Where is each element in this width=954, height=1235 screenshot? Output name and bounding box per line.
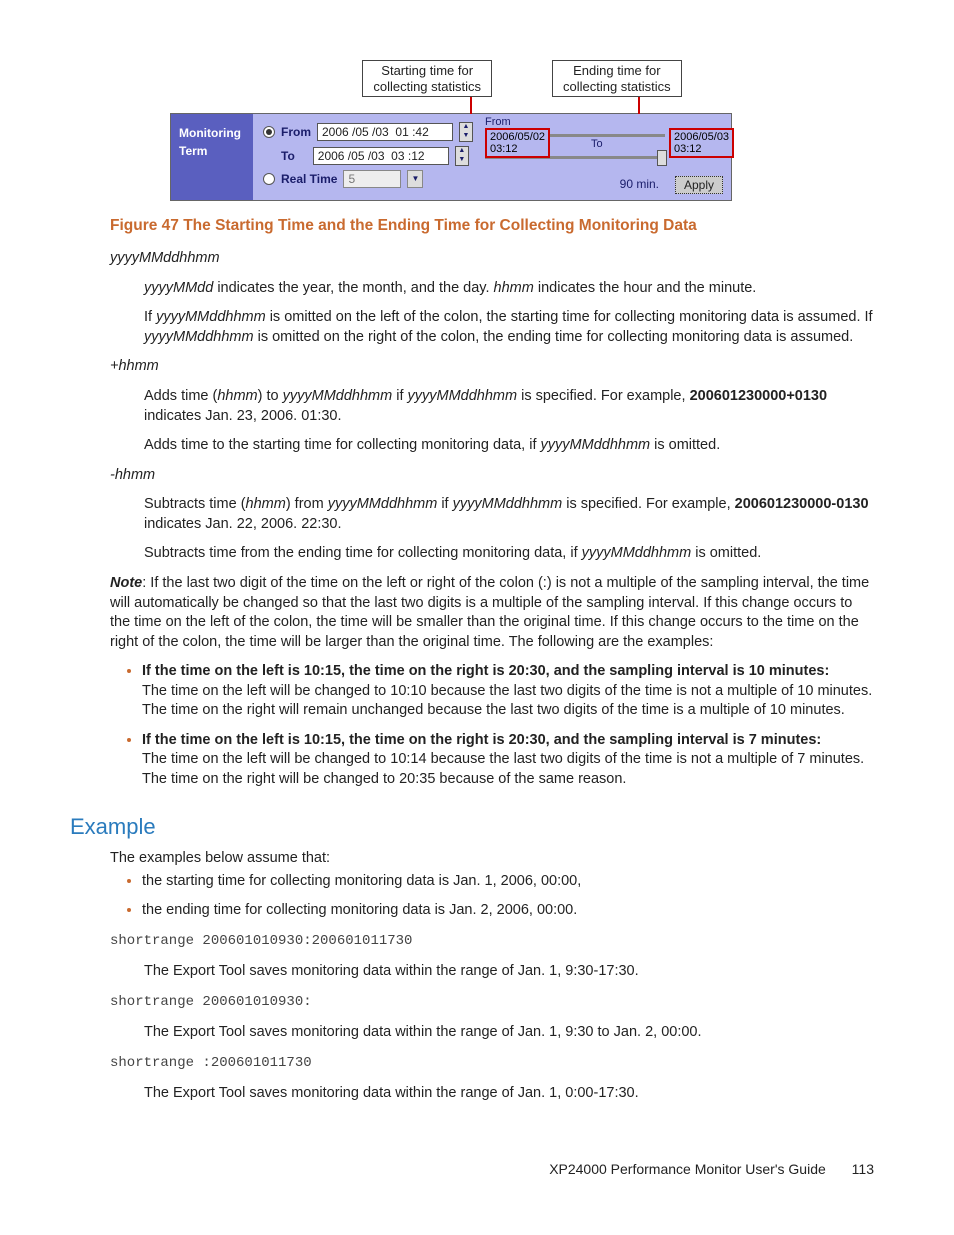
- slider-date-to: 2006/05/03 03:12: [669, 128, 734, 158]
- command-3: shortrange :200601011730: [110, 1055, 874, 1071]
- example-bullet-1: If the time on the left is 10:15, the ti…: [142, 662, 874, 721]
- label-from: From: [281, 125, 311, 139]
- from-datetime-input[interactable]: [317, 123, 453, 141]
- result-3: The Export Tool saves monitoring data wi…: [144, 1085, 874, 1101]
- footer-doc-title: XP24000 Performance Monitor User's Guide: [549, 1161, 826, 1177]
- figure-47: Starting time for collecting statistics …: [170, 60, 874, 201]
- callout-end-time: Ending time for collecting statistics: [552, 60, 682, 97]
- result-2: The Export Tool saves monitoring data wi…: [144, 1024, 874, 1040]
- duration-label: 90 min.: [620, 177, 659, 191]
- label-realtime: Real Time: [281, 172, 337, 186]
- slider-from-label: From: [485, 116, 511, 128]
- figure-caption: Figure 47 The Starting Time and the Endi…: [110, 217, 874, 235]
- panel-title-line1: Monitoring: [179, 124, 245, 142]
- result-1: The Export Tool saves monitoring data wi…: [144, 963, 874, 979]
- note-paragraph: Note: If the last two digit of the time …: [110, 574, 874, 652]
- radio-from[interactable]: [263, 126, 275, 138]
- realtime-input: [343, 170, 401, 188]
- para-minus-omit: Subtracts time from the ending time for …: [144, 544, 874, 564]
- callout-start-time: Starting time for collecting statistics: [362, 60, 492, 97]
- term-minus-hhmm: -hhmm: [110, 466, 874, 486]
- command-2: shortrange 200601010930:: [110, 994, 874, 1010]
- para-plus-desc: Adds time (hhmm) to yyyyMMddhhmm if yyyy…: [144, 387, 874, 426]
- example-intro: The examples below assume that:: [110, 850, 874, 866]
- term-plus-hhmm: +hhmm: [110, 357, 874, 377]
- para-omit-behavior: If yyyyMMddhhmm is omitted on the left o…: [144, 308, 874, 347]
- apply-button[interactable]: Apply: [675, 176, 723, 194]
- example-bullet-2: If the time on the left is 10:15, the ti…: [142, 731, 874, 790]
- label-to: To: [281, 149, 295, 163]
- page-number: 113: [852, 1161, 874, 1177]
- para-yyyymmdd-desc: yyyyMMdd indicates the year, the month, …: [144, 279, 874, 299]
- slider-to-label: To: [591, 138, 603, 150]
- para-plus-omit: Adds time to the starting time for colle…: [144, 436, 874, 456]
- example-heading: Example: [70, 814, 874, 840]
- assumption-1: the starting time for collecting monitor…: [142, 872, 874, 892]
- command-1: shortrange 200601010930:200601011730: [110, 933, 874, 949]
- realtime-dropdown-icon: ▼: [407, 170, 423, 188]
- from-spinner[interactable]: ▲▼: [459, 122, 473, 142]
- slider-date-from: 2006/05/02 03:12: [485, 128, 550, 158]
- term-yyyymmddhhmm: yyyyMMddhhmm: [110, 249, 874, 269]
- radio-realtime[interactable]: [263, 173, 275, 185]
- monitoring-term-panel: Monitoring Term From ▲▼ To ▲▼: [170, 113, 732, 201]
- to-datetime-input[interactable]: [313, 147, 449, 165]
- panel-title-line2: Term: [179, 142, 245, 160]
- assumption-2: the ending time for collecting monitorin…: [142, 901, 874, 921]
- to-slider-thumb[interactable]: [657, 150, 667, 166]
- to-spinner[interactable]: ▲▼: [455, 146, 469, 166]
- para-minus-desc: Subtracts time (hhmm) from yyyyMMddhhmm …: [144, 495, 874, 534]
